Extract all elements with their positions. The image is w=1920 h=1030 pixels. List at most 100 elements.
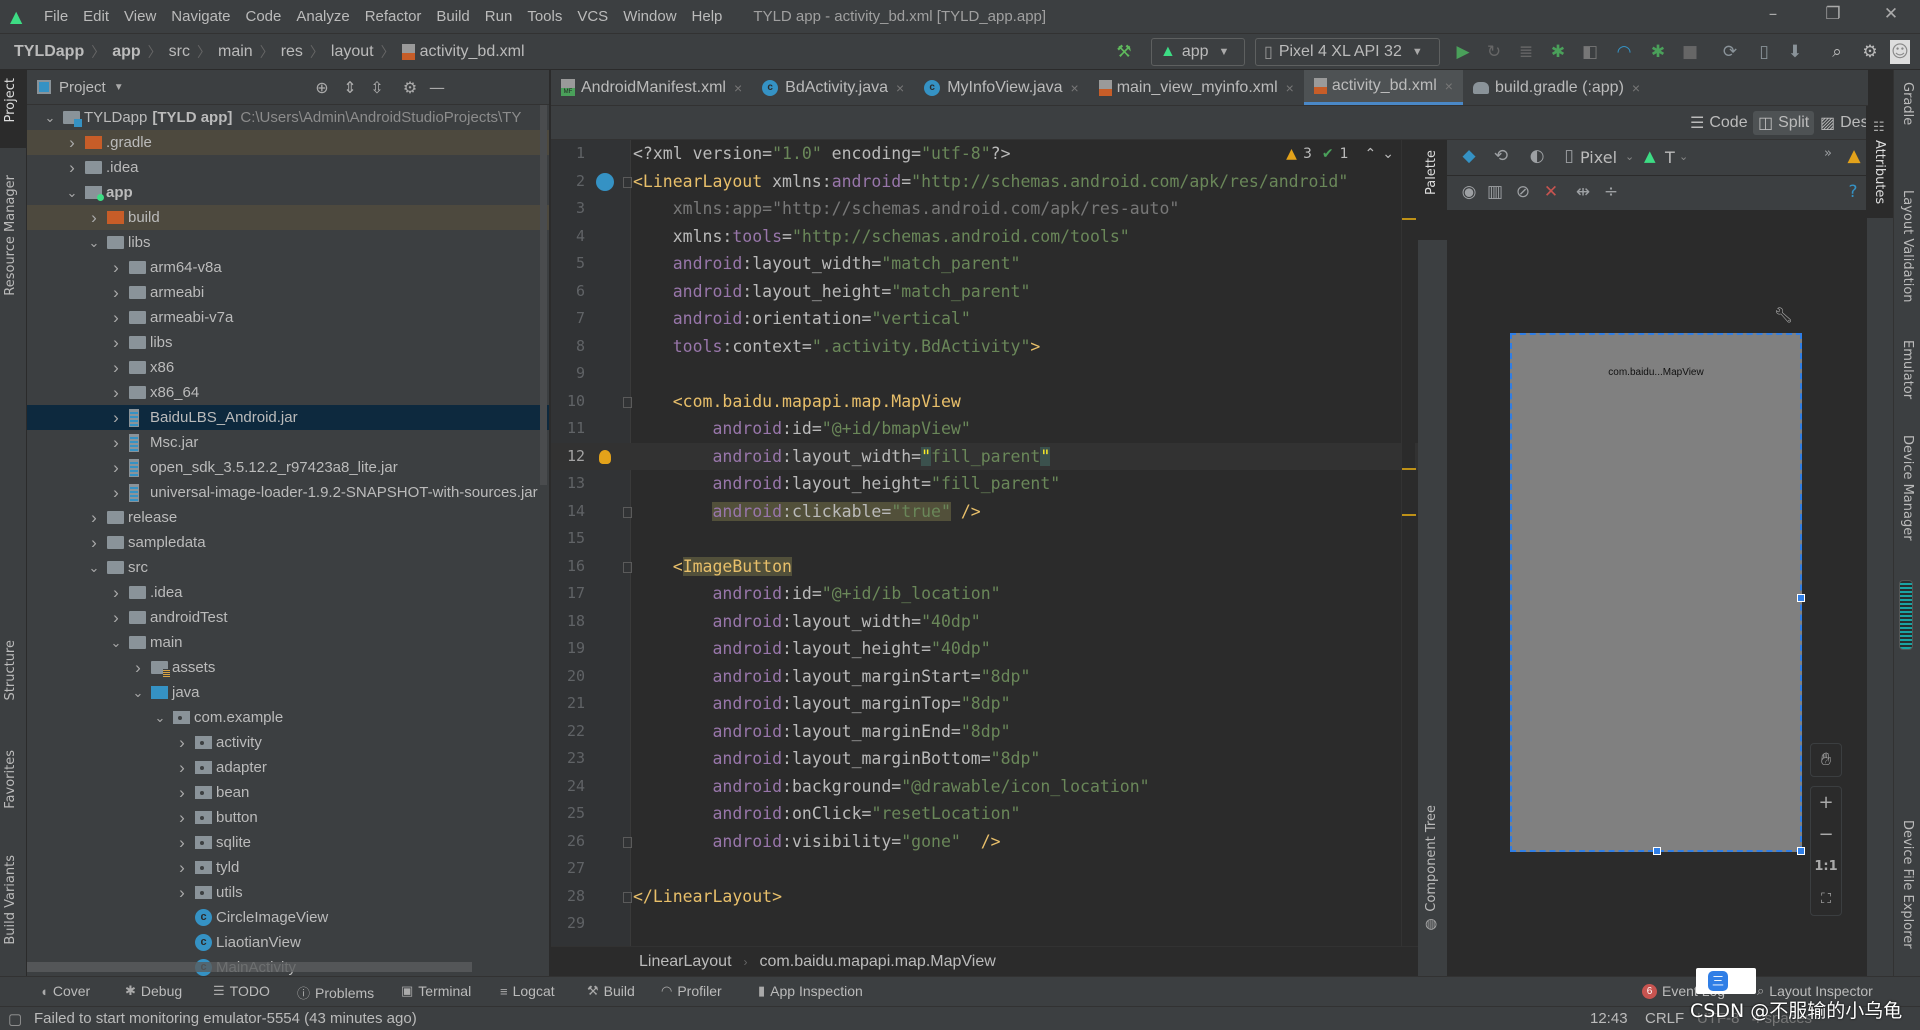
- code-line[interactable]: 7 android:orientation="vertical": [551, 305, 1418, 333]
- close-tab-icon[interactable]: ×: [1445, 78, 1453, 94]
- close-tab-icon[interactable]: ×: [734, 80, 742, 96]
- fold-icon[interactable]: [623, 561, 632, 573]
- avd-manager-icon[interactable]: ▯: [1752, 40, 1776, 64]
- tree-item[interactable]: › BaiduLBS_Android.jar: [27, 405, 549, 430]
- tool-layout-validation[interactable]: Layout Validation: [1900, 190, 1915, 303]
- menu-tools[interactable]: Tools: [527, 8, 562, 25]
- menu-navigate[interactable]: Navigate: [171, 8, 230, 25]
- breadcrumb-module[interactable]: app: [112, 43, 140, 61]
- code-line[interactable]: 14 android:clickable="true" />: [551, 498, 1418, 526]
- code-line[interactable]: 15: [551, 525, 1418, 553]
- tool-favorites[interactable]: Favorites: [3, 750, 18, 809]
- menu-edit[interactable]: Edit: [83, 8, 109, 25]
- resize-handle[interactable]: [1797, 594, 1805, 602]
- tree-item[interactable]: › universal-image-loader-1.9.2-SNAPSHOT-w…: [27, 480, 549, 505]
- guidelines-horizontal-icon[interactable]: ÷: [1599, 182, 1623, 202]
- tree-item[interactable]: ⌄ src: [27, 555, 549, 580]
- code-line[interactable]: 22 android:layout_marginEnd="8dp": [551, 718, 1418, 746]
- warning-marker[interactable]: [1402, 218, 1416, 220]
- attributes-tab[interactable]: Attributes: [1872, 140, 1887, 204]
- menu-vcs[interactable]: VCS: [577, 8, 608, 25]
- hammer-icon[interactable]: ⚒: [1112, 40, 1136, 64]
- code-line[interactable]: 24 android:background="@drawable/icon_lo…: [551, 773, 1418, 801]
- gradle-sync-icon[interactable]: ⟳: [1718, 40, 1742, 64]
- help-icon[interactable]: ?: [1841, 182, 1865, 202]
- tree-item[interactable]: › assets: [27, 655, 549, 680]
- hide-icon[interactable]: —: [427, 78, 447, 97]
- tree-item[interactable]: › armeabi: [27, 280, 549, 305]
- menu-view[interactable]: View: [124, 8, 156, 25]
- tree-item[interactable]: › armeabi-v7a: [27, 305, 549, 330]
- chevron-right-icon[interactable]: ›: [109, 358, 123, 378]
- tree-item[interactable]: › .idea: [27, 580, 549, 605]
- zoom-fit-icon[interactable]: ⛶: [1811, 883, 1841, 915]
- chevron-right-icon[interactable]: ›: [87, 508, 101, 528]
- code-line[interactable]: 21 android:layout_marginTop="8dp": [551, 690, 1418, 718]
- tool-device-file-explorer[interactable]: Device File Explorer: [1900, 820, 1915, 949]
- api-selector[interactable]: T: [1665, 148, 1675, 167]
- tab-activity-bd-xml[interactable]: activity_bd.xml ×: [1303, 70, 1463, 105]
- previous-highlight-icon[interactable]: ⌃: [1365, 146, 1377, 162]
- chevron-right-icon[interactable]: ›: [175, 883, 189, 903]
- breadcrumb-project[interactable]: TYLDapp: [14, 43, 84, 61]
- menu-run[interactable]: Run: [485, 8, 513, 25]
- editor-scrollbar[interactable]: [1401, 140, 1416, 946]
- code-line[interactable]: 11 android:id="@+id/bmapView": [551, 415, 1418, 443]
- tool-structure[interactable]: Structure: [3, 640, 18, 700]
- more-icon[interactable]: »: [1816, 146, 1840, 161]
- ime-toolbar[interactable]: 三: [1696, 968, 1756, 994]
- chevron-right-icon[interactable]: ›: [87, 533, 101, 553]
- tree-item[interactable]: › .idea: [27, 155, 549, 180]
- tree-item[interactable]: › sqlite: [27, 830, 549, 855]
- chevron-right-icon[interactable]: ›: [109, 258, 123, 278]
- tool-app-inspection[interactable]: ▮ App Inspection: [758, 983, 863, 999]
- caret-position[interactable]: 12:43: [1590, 1010, 1628, 1027]
- code-line[interactable]: 8 tools:context=".activity.BdActivity">: [551, 333, 1418, 361]
- tab-build-gradle-app-[interactable]: build.gradle (:app) ×: [1463, 70, 1650, 105]
- chevron-right-icon[interactable]: ›: [175, 733, 189, 753]
- status-toggle-icon[interactable]: ▢: [8, 1010, 22, 1028]
- chevron-down-icon[interactable]: ⌄: [153, 710, 167, 726]
- chevron-right-icon[interactable]: ›: [109, 483, 123, 503]
- fold-icon[interactable]: [623, 176, 632, 188]
- tree-item[interactable]: › sampledata: [27, 530, 549, 555]
- settings-icon[interactable]: ⚙: [1858, 40, 1882, 64]
- code-line[interactable]: 16 <ImageButton: [551, 553, 1418, 581]
- layers-icon[interactable]: ◆: [1457, 146, 1481, 166]
- breadcrumb-mapview[interactable]: com.baidu.mapapi.map.MapView: [760, 953, 996, 971]
- chevron-down-icon[interactable]: ⌄: [109, 635, 123, 651]
- tree-item[interactable]: › utils: [27, 880, 549, 905]
- resize-handle[interactable]: [1797, 847, 1805, 855]
- chevron-right-icon[interactable]: ›: [175, 833, 189, 853]
- status-message[interactable]: Failed to start monitoring emulator-5554…: [34, 1010, 417, 1027]
- warning-icon[interactable]: ▲: [1842, 146, 1866, 166]
- tree-item[interactable]: › adapter: [27, 755, 549, 780]
- code-line[interactable]: 27: [551, 855, 1418, 883]
- chevron-down-icon[interactable]: ⌄: [87, 235, 101, 251]
- chevron-right-icon[interactable]: ›: [109, 333, 123, 353]
- code-line[interactable]: 2 <LinearLayout xmlns:android="http://sch…: [551, 168, 1418, 196]
- chevron-down-icon[interactable]: ⌄: [131, 685, 145, 701]
- tree-item[interactable]: › activity: [27, 730, 549, 755]
- chevron-right-icon[interactable]: ›: [65, 133, 79, 153]
- run-config-dropdown[interactable]: ▲ app ▼: [1151, 38, 1245, 66]
- tree-item[interactable]: ⌄ TYLDapp [TYLD app] C:\Users\Admin\Android…: [27, 105, 549, 130]
- breadcrumb-src[interactable]: src: [169, 43, 190, 61]
- tree-item[interactable]: › arm64-v8a: [27, 255, 549, 280]
- code-line[interactable]: 3 xmlns:app="http://schemas.android.com/…: [551, 195, 1418, 223]
- code-line[interactable]: 20 android:layout_marginStart="8dp": [551, 663, 1418, 691]
- breadcrumb-res[interactable]: res: [281, 43, 303, 61]
- tree-item[interactable]: ⌄ libs: [27, 230, 549, 255]
- palette-tab[interactable]: Palette: [1424, 150, 1439, 195]
- inspection-widget[interactable]: ▲ 3 ✔ 1 ⌃ ⌄: [1286, 140, 1394, 167]
- menu-file[interactable]: File: [44, 8, 68, 25]
- breadcrumb-main[interactable]: main: [218, 43, 253, 61]
- tool-gradle[interactable]: Gradle: [1900, 82, 1915, 125]
- code-editor[interactable]: 1 <?xml version="1.0" encoding="utf-8"?> 2…: [551, 140, 1418, 946]
- chevron-right-icon[interactable]: ›: [87, 208, 101, 228]
- apply-code-changes-icon[interactable]: ≣: [1514, 40, 1538, 64]
- menu-analyze[interactable]: Analyze: [296, 8, 349, 25]
- tool-todo[interactable]: ☰ TODO: [213, 983, 270, 999]
- code-line[interactable]: 29: [551, 910, 1418, 938]
- expand-all-icon[interactable]: ⇕: [340, 78, 360, 97]
